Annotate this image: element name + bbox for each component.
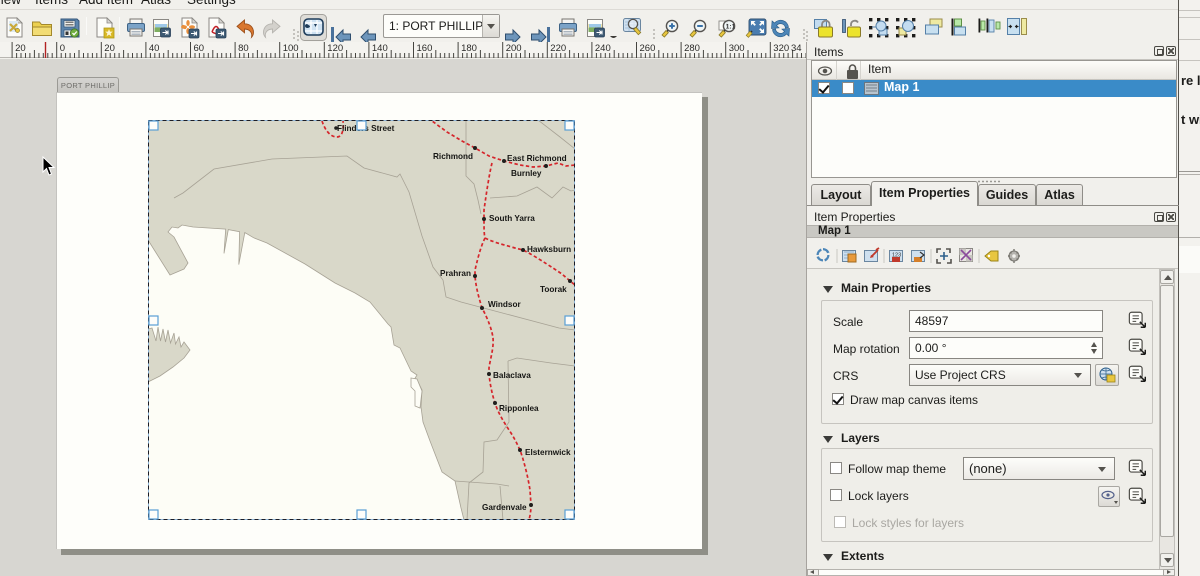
- svg-text:220: 220: [550, 43, 566, 54]
- svg-text:Prahran: Prahran: [440, 269, 471, 278]
- svg-text:0: 0: [60, 43, 65, 54]
- svg-text:East Richmond: East Richmond: [507, 154, 567, 163]
- svg-text:160: 160: [417, 43, 433, 54]
- svg-text:Elsternwick: Elsternwick: [525, 448, 571, 457]
- svg-text:Windsor: Windsor: [488, 300, 521, 309]
- svg-text:320: 320: [773, 43, 789, 54]
- svg-text:South Yarra: South Yarra: [489, 214, 535, 223]
- svg-text:20: 20: [104, 43, 115, 54]
- svg-text:Balaclava: Balaclava: [493, 371, 531, 380]
- svg-text:1:1: 1:1: [726, 24, 736, 31]
- svg-text:260: 260: [640, 43, 656, 54]
- svg-text:180: 180: [461, 43, 477, 54]
- svg-text:Toorak: Toorak: [540, 285, 567, 294]
- svg-text:Burnley: Burnley: [511, 169, 542, 178]
- svg-text:100: 100: [283, 43, 299, 54]
- svg-text:120: 120: [327, 43, 343, 54]
- svg-text:40: 40: [149, 43, 160, 54]
- svg-text:Hawksburn: Hawksburn: [527, 245, 571, 254]
- svg-text:Gardenvale: Gardenvale: [482, 503, 527, 512]
- svg-text:34: 34: [791, 43, 802, 54]
- svg-text:300: 300: [729, 43, 745, 54]
- svg-text:60: 60: [194, 43, 205, 54]
- svg-text:140: 140: [372, 43, 388, 54]
- svg-text:Ripponlea: Ripponlea: [499, 404, 539, 413]
- svg-text:280: 280: [684, 43, 700, 54]
- svg-text:240: 240: [595, 43, 611, 54]
- svg-text:80: 80: [238, 43, 249, 54]
- svg-text:Richmond: Richmond: [433, 152, 473, 161]
- svg-text:123: 123: [892, 253, 901, 259]
- svg-text:20: 20: [15, 43, 26, 54]
- svg-text:200: 200: [506, 43, 522, 54]
